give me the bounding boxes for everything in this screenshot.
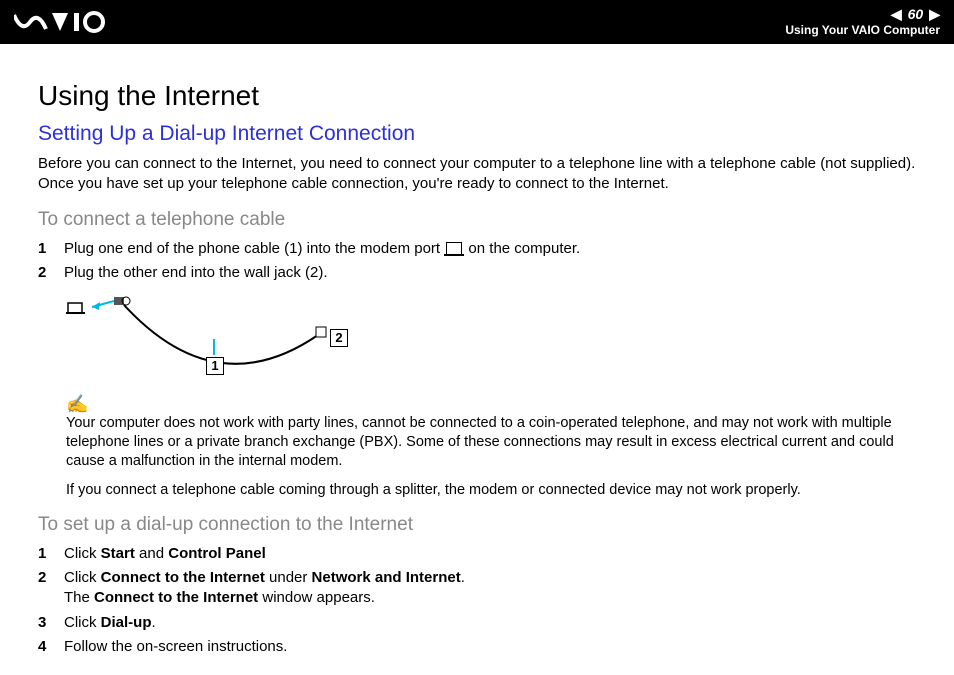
steps-connect-cable: 1 Plug one end of the phone cable (1) in… — [38, 239, 916, 284]
step-number: 2 — [38, 263, 64, 283]
cable-diagram: 1 2 — [66, 295, 916, 385]
step-item: 4 Follow the on-screen instructions. — [38, 637, 916, 657]
vaio-logo-icon — [14, 11, 106, 33]
page-content: Using the Internet Setting Up a Dial-up … — [0, 44, 954, 675]
step-text: Plug one end of the phone cable (1) into… — [64, 239, 580, 259]
step-text: Click Connect to the Internet under Netw… — [64, 568, 465, 609]
step-text: Follow the on-screen instructions. — [64, 637, 287, 657]
step-item: 2 Click Connect to the Internet under Ne… — [38, 568, 916, 609]
subsection-title: To set up a dial-up connection to the In… — [38, 514, 916, 536]
step-number: 4 — [38, 637, 64, 657]
breadcrumb: Using Your VAIO Computer — [785, 23, 940, 39]
note-block: ✍ Your computer does not work with party… — [66, 393, 916, 500]
step-text: Click Start and Control Panel — [64, 544, 266, 564]
step-number: 1 — [38, 239, 64, 259]
step-item: 3 Click Dial-up. — [38, 613, 916, 633]
diagram-callout-1: 1 — [206, 357, 224, 375]
intro-paragraph: Before you can connect to the Internet, … — [38, 154, 916, 195]
prev-page-arrow-icon[interactable]: ◀ — [891, 5, 902, 23]
subsection-title: To connect a telephone cable — [38, 209, 916, 231]
step-item: 2 Plug the other end into the wall jack … — [38, 263, 916, 283]
modem-port-icon — [446, 242, 462, 254]
vaio-logo — [14, 11, 106, 33]
page-nav: ◀ 60 ▶ — [785, 5, 940, 23]
step-text: Plug the other end into the wall jack (2… — [64, 263, 327, 283]
steps-dialup: 1 Click Start and Control Panel 2 Click … — [38, 544, 916, 657]
step-item: 1 Click Start and Control Panel — [38, 544, 916, 564]
next-page-arrow-icon[interactable]: ▶ — [929, 5, 940, 23]
note-text: If you connect a telephone cable coming … — [66, 481, 916, 500]
step-text: Click Dial-up. — [64, 613, 156, 633]
step-number: 3 — [38, 613, 64, 633]
step-number: 1 — [38, 544, 64, 564]
section-title: Setting Up a Dial-up Internet Connection — [38, 122, 916, 146]
page-number: 60 — [908, 5, 924, 23]
step-number: 2 — [38, 568, 64, 588]
step-item: 1 Plug one end of the phone cable (1) in… — [38, 239, 916, 259]
header: ◀ 60 ▶ Using Your VAIO Computer — [0, 0, 954, 44]
diagram-callout-2: 2 — [330, 329, 348, 347]
note-text: Your computer does not work with party l… — [66, 414, 916, 471]
note-icon: ✍ — [66, 393, 916, 416]
header-right: ◀ 60 ▶ Using Your VAIO Computer — [785, 5, 940, 39]
page-title: Using the Internet — [38, 80, 916, 112]
